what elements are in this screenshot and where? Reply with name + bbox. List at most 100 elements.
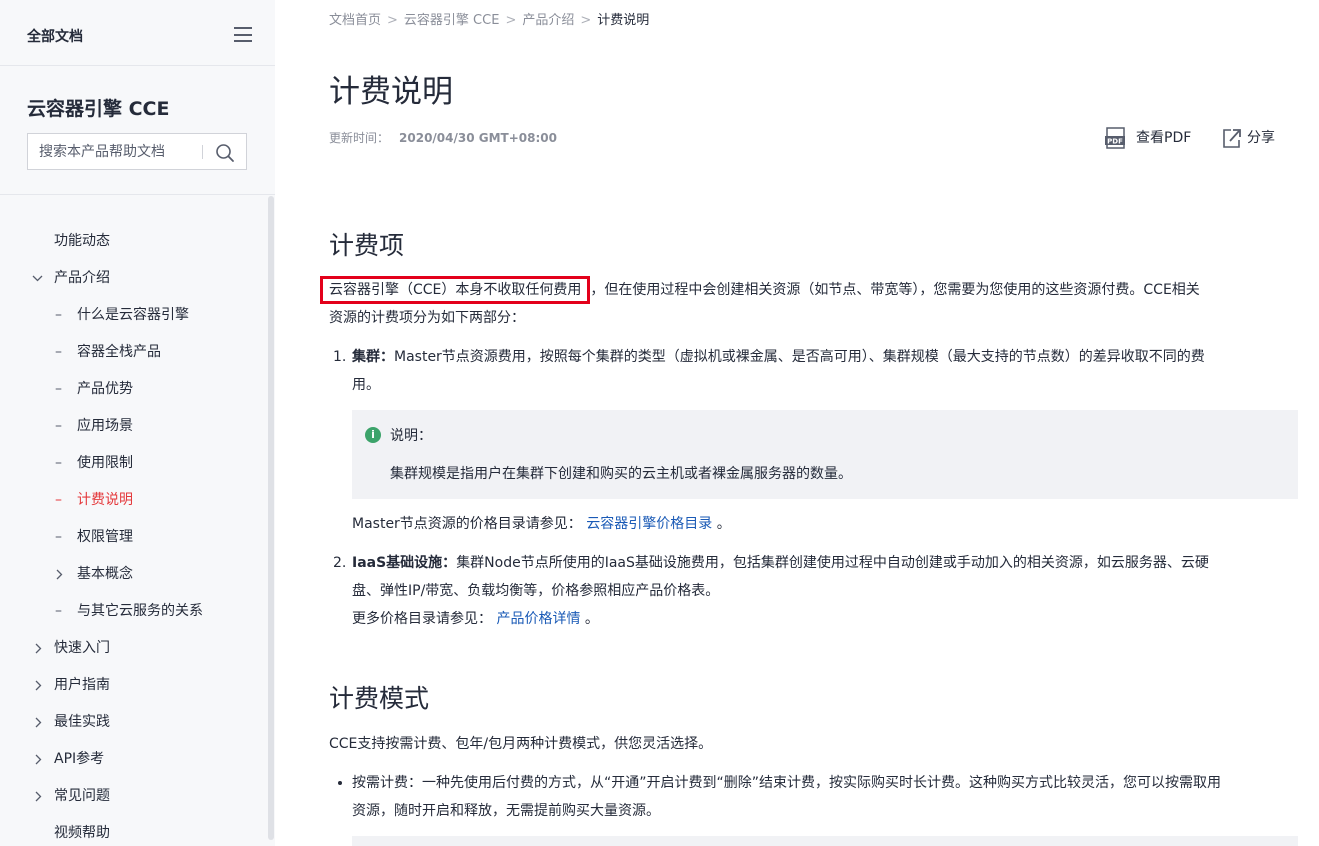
section-heading-billing-modes: 计费模式 <box>329 684 430 713</box>
product-title: 云容器引擎 CCE <box>27 98 170 120</box>
breadcrumb-home[interactable]: 文档首页 <box>329 13 381 28</box>
all-docs-label[interactable]: 全部文档 <box>27 26 83 46</box>
sidebar-item-billing[interactable]: – 计费说明 <box>0 482 265 519</box>
bullet-on-demand-line2: 资源，随时开启和释放，无需提前购买大量资源。 <box>352 803 660 819</box>
sidebar-item-label: 快速入门 <box>54 640 110 656</box>
pdf-icon: PDF <box>1105 127 1125 149</box>
sidebar-item-label: 功能动态 <box>54 233 110 249</box>
section-heading-billing-items: 计费项 <box>329 231 405 260</box>
sidebar-item-label: 产品介绍 <box>54 270 110 286</box>
sidebar-scrollbar[interactable] <box>268 196 274 840</box>
sidebar-item-label: 权限管理 <box>77 529 133 545</box>
dash-icon: – <box>55 455 62 471</box>
sidebar-item-related-services[interactable]: – 与其它云服务的关系 <box>0 593 265 630</box>
info-icon: i <box>365 427 381 443</box>
sidebar-item-full-stack[interactable]: – 容器全栈产品 <box>0 334 265 371</box>
more-price-suffix: 。 <box>584 611 599 627</box>
bullet-icon <box>338 781 342 785</box>
search-divider <box>202 145 203 159</box>
sidebar-item-feature-updates[interactable]: 功能动态 <box>0 223 265 260</box>
sidebar-item-label: 使用限制 <box>77 455 133 471</box>
sidebar-item-permissions[interactable]: – 权限管理 <box>0 519 265 556</box>
dash-icon: – <box>55 492 62 508</box>
sidebar-item-label: 视频帮助 <box>54 825 110 841</box>
master-price-suffix: 。 <box>716 516 731 532</box>
more-price-prefix: 更多价格目录请参见： <box>352 611 492 627</box>
list-item-bold: 集群： <box>352 349 394 365</box>
search-input[interactable] <box>28 134 200 169</box>
breadcrumb-separator: > <box>387 13 398 28</box>
update-time-label: 更新时间： <box>329 131 390 145</box>
note-box: i 说明： 集群规模是指用户在集群下创建和购买的云主机或者裸金属服务器的数量。 <box>352 410 1298 499</box>
sidebar-item-label: 常见问题 <box>54 788 110 804</box>
sidebar-item-label: 什么是云容器引擎 <box>77 307 189 323</box>
sidebar-item-label: 与其它云服务的关系 <box>77 603 203 619</box>
dash-icon: – <box>55 603 62 619</box>
svg-text:PDF: PDF <box>1107 137 1123 145</box>
more-price-line: 更多价格目录请参见： 产品价格详情 。 <box>352 605 599 633</box>
update-time: 更新时间： 2020/04/30 GMT+08:00 <box>329 129 557 146</box>
list-number: 2. <box>333 555 347 571</box>
intro-line2: 资源的计费项分为如下两部分： <box>329 310 525 326</box>
breadcrumb-product[interactable]: 云容器引擎 CCE <box>404 13 500 28</box>
sidebar-item-concepts[interactable]: 基本概念 <box>0 556 265 593</box>
dash-icon: – <box>55 418 62 434</box>
master-price-line: Master节点资源的价格目录请参见： 云容器引擎价格目录 。 <box>352 510 731 538</box>
sidebar-item-videos[interactable]: 视频帮助 <box>0 815 265 846</box>
sidebar-item-scenarios[interactable]: – 应用场景 <box>0 408 265 445</box>
sidebar-item-label: 基本概念 <box>77 566 133 582</box>
update-time-value: 2020/04/30 GMT+08:00 <box>399 131 557 145</box>
sidebar-product: 云容器引擎 CCE <box>0 67 275 195</box>
list-item-iaas: IaaS基础设施：集群Node节点所使用的IaaS基础设施费用，包括集群创建使用… <box>352 549 1298 577</box>
list-item-text: 集群Node节点所使用的IaaS基础设施费用，包括集群创建使用过程中自动创建或手… <box>456 555 1209 571</box>
sidebar-item-label: 产品优势 <box>77 381 133 397</box>
sidebar-item-quick-start[interactable]: 快速入门 <box>0 630 265 667</box>
sidebar-item-label: 最佳实践 <box>54 714 110 730</box>
sidebar-item-api-reference[interactable]: API参考 <box>0 741 265 778</box>
bullet-on-demand: 按需计费：一种先使用后付费的方式，从“开通”开启计费到“删除”结束计费，按实际购… <box>352 775 1222 791</box>
sidebar-item-product-intro[interactable]: 产品介绍 <box>0 260 265 297</box>
intro-text: ，但在使用过程中会创建相关资源（如节点、带宽等），您需要为您使用的这些资源付费。… <box>590 282 1200 298</box>
dash-icon: – <box>55 381 62 397</box>
breadcrumb-current: 计费说明 <box>597 13 650 28</box>
sidebar-item-label: 容器全栈产品 <box>77 344 161 360</box>
sidebar-item-limits[interactable]: – 使用限制 <box>0 445 265 482</box>
sidebar-nav: 功能动态 产品介绍 – 什么是云容器引擎 – 容器全栈产品 – 产品优势 – 应… <box>0 223 265 846</box>
sidebar-item-what-is-cce[interactable]: – 什么是云容器引擎 <box>0 297 265 334</box>
breadcrumb-section[interactable]: 产品介绍 <box>522 13 574 28</box>
sidebar-item-label: 计费说明 <box>77 492 133 508</box>
billing-modes-intro: CCE支持按需计费、包年/包月两种计费模式，供您灵活选择。 <box>329 736 713 752</box>
menu-icon[interactable] <box>234 27 252 42</box>
page-title: 计费说明 <box>329 74 453 110</box>
note-label: 说明： <box>390 428 432 444</box>
sidebar-item-user-guide[interactable]: 用户指南 <box>0 667 265 704</box>
sidebar-item-label: 用户指南 <box>54 677 110 693</box>
sidebar-item-label: 应用场景 <box>77 418 133 434</box>
list-item-iaas-line2: 盘、弹性IP/带宽、负载均衡等，价格参照相应产品价格表。 <box>352 583 720 599</box>
list-item-cluster-line2: 用。 <box>352 377 380 393</box>
note-box-partial <box>352 836 1298 846</box>
share-label: 分享 <box>1247 130 1275 146</box>
sidebar-item-label: API参考 <box>54 751 105 767</box>
breadcrumb-separator: > <box>580 13 592 28</box>
dash-icon: – <box>55 344 62 360</box>
view-pdf-label: 查看PDF <box>1136 130 1192 146</box>
sidebar-header: 全部文档 <box>0 6 275 66</box>
product-price-link[interactable]: 产品价格详情 <box>496 611 580 627</box>
breadcrumb-separator: > <box>505 13 517 28</box>
breadcrumb: 文档首页 > 云容器引擎 CCE > 产品介绍 > 计费说明 <box>329 9 649 28</box>
sidebar: 全部文档 云容器引擎 CCE 功能动态 产品介 <box>0 0 275 846</box>
note-text: 集群规模是指用户在集群下创建和购买的云主机或者裸金属服务器的数量。 <box>390 466 852 482</box>
list-number: 1. <box>333 349 347 365</box>
sidebar-item-faq[interactable]: 常见问题 <box>0 778 265 815</box>
dash-icon: – <box>55 307 62 323</box>
intro-paragraph: 云容器引擎（CCE）本身不收取任何费用 ，但在使用过程中会创建相关资源（如节点、带… <box>320 276 1299 304</box>
doc-page: 全部文档 云容器引擎 CCE 功能动态 产品介 <box>0 0 1319 846</box>
master-price-link[interactable]: 云容器引擎价格目录 <box>586 516 712 532</box>
list-item-text: Master节点资源费用，按照每个集群的类型（虚拟机或裸金属、是否高可用）、集群… <box>394 349 1205 365</box>
sidebar-item-advantages[interactable]: – 产品优势 <box>0 371 265 408</box>
sidebar-item-best-practices[interactable]: 最佳实践 <box>0 704 265 741</box>
dash-icon: – <box>55 529 62 545</box>
highlighted-text: 云容器引擎（CCE）本身不收取任何费用 <box>320 276 591 304</box>
search-icon[interactable] <box>215 143 235 163</box>
